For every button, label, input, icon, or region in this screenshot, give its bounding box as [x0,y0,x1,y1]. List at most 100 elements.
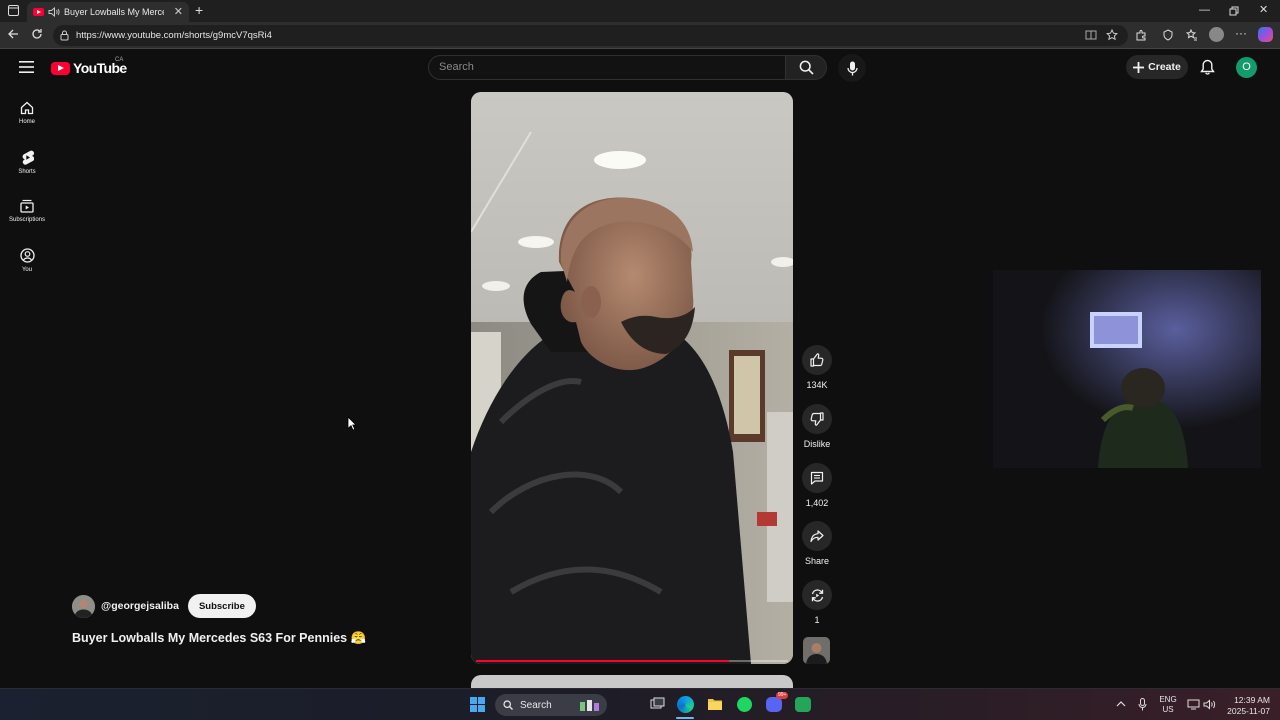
webcam-frame [993,270,1261,468]
video-frame [471,92,793,664]
language-code: ENG [1159,695,1177,704]
back-icon[interactable] [7,28,19,40]
thumbs-up-icon [810,353,824,367]
region-code: US [1162,705,1174,714]
tab-actions-icon[interactable] [8,5,19,16]
notifications-bell-icon[interactable] [1200,59,1215,75]
short-title[interactable]: Buyer Lowballs My Mercedes S63 For Penni… [72,631,366,646]
mouse-cursor-icon [347,416,357,431]
minimize-icon[interactable]: — [1199,3,1210,17]
comments-action: 1,402 [797,463,837,508]
sound-thumbnail[interactable] [803,637,830,664]
sidebar-item-shorts[interactable]: Shorts [0,150,54,194]
webcam-overlay [993,270,1261,468]
copilot-icon[interactable] [1258,27,1273,42]
video-progress-bar[interactable] [476,660,788,662]
search-icon [799,60,814,75]
youtube-masthead: YouTube CA Create O [0,49,1280,89]
refresh-icon[interactable] [31,28,43,40]
browser-tab-strip: Buyer Lowballs My Mercedes ✕ + — ✕ [0,0,1280,22]
taskbar-search[interactable]: Search [495,694,607,716]
youtube-play-icon [51,61,70,75]
youtube-favicon-icon [33,8,44,16]
menu-icon[interactable] [19,61,34,73]
like-button[interactable] [802,345,832,375]
tab-close-icon[interactable]: ✕ [174,6,183,18]
like-count: 134K [806,380,828,390]
discord-icon[interactable] [766,697,782,712]
tab-title: Buyer Lowballs My Mercedes [64,7,164,17]
sidebar-item-subscriptions[interactable]: Subscriptions [0,199,54,243]
clock-date: 2025-11-07 [1227,706,1270,716]
spotify-icon[interactable] [737,697,752,712]
voice-search-button[interactable] [838,54,866,82]
country-code: CA [115,57,124,63]
immersive-reader-icon[interactable] [1085,29,1097,41]
edge-browser-icon[interactable] [677,696,694,713]
share-action: Share [797,521,837,566]
address-bar[interactable]: https://www.youtube.com/shorts/g9mcV7qsR… [53,25,1128,46]
browser-tab-active[interactable]: Buyer Lowballs My Mercedes ✕ [27,2,189,22]
taskbar-search-label: Search [520,699,552,711]
comments-button[interactable] [802,463,832,493]
sidebar-item-label: Home [18,119,35,125]
plus-icon [1133,61,1145,73]
language-indicator[interactable]: ENG US [1156,695,1180,715]
share-button[interactable] [802,521,832,551]
create-label: Create [1148,61,1181,73]
restore-icon[interactable] [1229,6,1239,16]
sidebar-item-home[interactable]: Home [0,101,54,145]
clock-time: 12:39 AM [1234,695,1270,705]
url-text: https://www.youtube.com/shorts/g9mcV7qsR… [76,30,272,41]
thumbs-down-icon [810,412,824,426]
address-bar-row: https://www.youtube.com/shorts/g9mcV7qsR… [0,22,1280,49]
microphone-icon [846,61,858,75]
dislike-label: Dislike [803,439,831,449]
search-input[interactable] [439,61,769,73]
channel-handle[interactable]: @georgejsaliba [101,600,179,612]
app-icon-green[interactable] [795,697,811,712]
search-box [428,55,786,80]
account-avatar[interactable]: O [1236,57,1257,78]
profile-avatar[interactable] [1209,27,1224,42]
subscribe-button[interactable]: Subscribe [187,594,256,618]
show-hidden-icons-icon[interactable] [1116,700,1126,707]
favorite-star-icon[interactable] [1106,29,1118,41]
speaker-icon[interactable] [48,7,60,17]
system-clock[interactable]: 12:39 AM 2025-11-07 [1218,695,1270,717]
microphone-tray-icon[interactable] [1138,698,1147,711]
new-tab-icon[interactable]: + [195,3,203,17]
search-icon [503,700,513,710]
subscriptions-icon [20,199,34,213]
more-options-icon[interactable]: ··· [1235,27,1247,39]
sidebar-item-label: You [21,267,33,273]
sidebar-item-label: Shorts [18,169,36,175]
task-view-icon[interactable] [650,697,665,711]
dislike-button[interactable] [802,404,832,434]
sidebar-item-you[interactable]: You [0,248,54,292]
share-label: Share [804,556,830,566]
site-info-icon[interactable] [60,30,69,41]
sound-avatar-image [803,637,830,664]
remix-icon [811,588,823,602]
channel-info: @georgejsaliba Subscribe [72,594,256,618]
volume-icon[interactable] [1203,699,1216,710]
network-icon[interactable] [1187,699,1200,710]
shorts-video-player[interactable] [471,92,793,664]
favorites-icon[interactable] [1186,29,1198,41]
create-button[interactable]: Create [1126,55,1188,79]
file-explorer-icon[interactable] [707,697,723,711]
comment-icon [810,471,824,485]
windows-taskbar: Search 99+ ENG US 12:39 AM 2025-11-07 [0,688,1280,720]
active-app-indicator [676,717,694,719]
extensions-icon[interactable] [1135,29,1147,41]
channel-avatar[interactable] [72,594,95,618]
close-window-icon[interactable]: ✕ [1259,3,1268,17]
remix-button[interactable] [802,580,832,610]
windows-start-icon[interactable] [470,697,485,712]
dislike-action: Dislike [797,404,837,449]
channel-avatar-image [72,594,95,618]
search-button[interactable] [786,55,827,80]
like-action: 134K [797,345,837,390]
browser-essentials-icon[interactable] [1162,29,1174,41]
